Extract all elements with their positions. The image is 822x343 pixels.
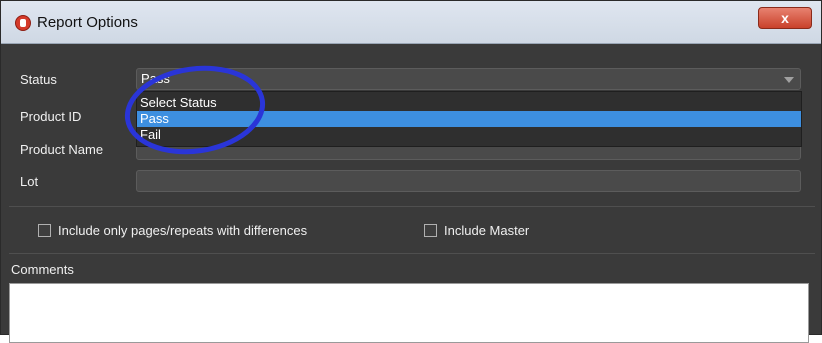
comments-textarea[interactable] [9, 283, 809, 343]
divider [9, 253, 815, 254]
status-option-fail[interactable]: Fail [137, 127, 801, 143]
close-button[interactable]: x [758, 7, 812, 29]
lot-label: Lot [20, 174, 39, 189]
divider [9, 206, 815, 207]
chevron-down-icon[interactable] [784, 77, 794, 83]
status-dropdown-list: Select Status Pass Fail [136, 91, 802, 147]
product-name-label: Product Name [20, 142, 104, 157]
product-id-label: Product ID [20, 109, 82, 124]
title-bar: Report Options x [1, 1, 821, 44]
lot-field[interactable] [136, 170, 801, 192]
status-option-select-status[interactable]: Select Status [137, 95, 801, 111]
status-select[interactable]: Pass [136, 68, 801, 90]
status-option-pass[interactable]: Pass [137, 111, 801, 127]
comments-label: Comments [11, 262, 74, 277]
master-label[interactable]: Include Master [444, 223, 529, 238]
status-label: Status [20, 72, 57, 87]
app-icon [15, 15, 31, 31]
window-title: Report Options [37, 14, 138, 31]
differences-checkbox[interactable] [38, 224, 51, 237]
master-checkbox[interactable] [424, 224, 437, 237]
status-select-value: Pass [141, 71, 170, 86]
report-options-dialog: Report Options x Status Pass Product ID … [0, 0, 822, 343]
differences-label[interactable]: Include only pages/repeats with differen… [58, 223, 307, 238]
